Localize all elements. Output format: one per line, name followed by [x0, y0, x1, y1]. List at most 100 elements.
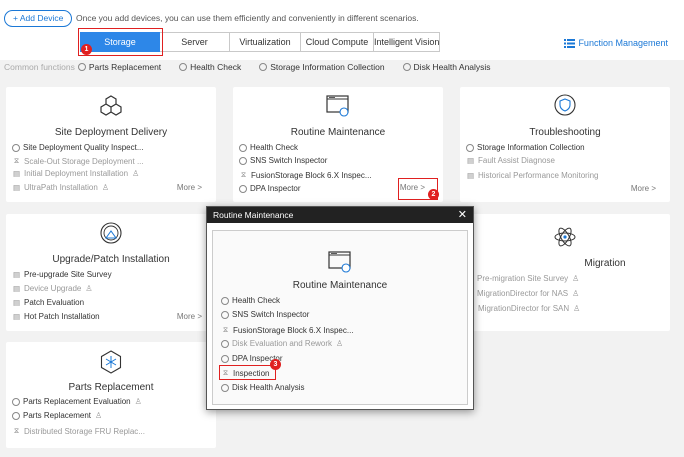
user-icon: ♙	[573, 304, 581, 313]
list-item[interactable]: Parts Replacement Evaluation ♙	[12, 397, 142, 406]
common-function-label: Parts Replacement	[88, 62, 162, 72]
card-routine-maintenance: Routine Maintenance Health Check SNS Swi…	[233, 87, 443, 202]
list-icon	[564, 38, 576, 48]
list-item[interactable]: ▤MigrationDirector for SAN♙	[466, 304, 580, 313]
radio-icon	[221, 310, 229, 319]
tool-icon: ⧖	[222, 325, 229, 334]
tool-icon: ⧖	[240, 170, 247, 179]
common-function-health-check[interactable]: Health Check	[179, 62, 241, 72]
close-icon[interactable]: ✕	[458, 207, 467, 223]
item-label: SNS Switch Inspector	[250, 156, 328, 165]
list-item[interactable]: ▤ Historical Performance Monitoring	[466, 171, 599, 180]
list-item[interactable]: Site Deployment Quality Inspect...	[12, 143, 144, 152]
more-link[interactable]: More >	[631, 184, 656, 193]
list-item[interactable]: Health Check	[221, 296, 280, 305]
item-label: Historical Performance Monitoring	[478, 171, 599, 180]
list-item[interactable]: ▤ Patch Evaluation	[12, 298, 84, 307]
list-item[interactable]: ▤ UltraPath Installation ♙	[12, 183, 109, 192]
radio-icon	[179, 63, 188, 71]
radio-icon	[12, 143, 20, 152]
common-functions-label: Common functions	[4, 62, 75, 72]
function-management-label: Function Management	[578, 38, 668, 48]
step-badge-2: 2	[428, 189, 439, 200]
item-label: Pre-migration Site Survey	[477, 274, 569, 283]
tool-icon: ▤	[12, 270, 21, 279]
list-item[interactable]: ⧖ Distributed Storage FRU Replac...	[12, 426, 145, 436]
tab-virtualization[interactable]: Virtualization	[230, 32, 301, 52]
radio-icon	[77, 63, 86, 71]
card-title: Migration	[584, 258, 626, 269]
tool-icon: ▤	[12, 312, 21, 321]
item-label: Hot Patch Installation	[24, 312, 100, 321]
list-item[interactable]: Disk Health Analysis	[221, 383, 304, 392]
list-item[interactable]: SNS Switch Inspector	[239, 156, 327, 165]
hint-text: Once you add devices, you can use them e…	[76, 13, 419, 23]
common-function-parts-replacement[interactable]: Parts Replacement	[77, 62, 162, 72]
list-item[interactable]: ▤ Device Upgrade ♙	[12, 284, 93, 293]
tool-icon: ⧖	[13, 156, 20, 165]
tool-icon: ▤	[466, 156, 475, 165]
routine-maintenance-dialog: Routine Maintenance ✕ Routine Maintenanc…	[206, 206, 474, 410]
list-item[interactable]: Storage Information Collection	[466, 143, 585, 152]
list-item[interactable]: ▤ Initial Deployment Installation ♙	[12, 169, 139, 178]
common-function-label: Storage Information Collection	[270, 62, 385, 72]
list-item[interactable]: ⧖ FusionStorage Block 6.X Inspec...	[239, 170, 372, 180]
shield-icon	[554, 94, 576, 116]
dialog-header: Routine Maintenance ✕	[207, 207, 473, 223]
card-title: Site Deployment Delivery	[54, 127, 168, 138]
list-item[interactable]: ▤ Hot Patch Installation	[12, 312, 100, 321]
item-label: Storage Information Collection	[477, 143, 585, 152]
list-item[interactable]: Parts Replacement ♙	[12, 411, 102, 420]
item-label: MigrationDirector for NAS	[477, 289, 569, 298]
item-label: Disk Evaluation and Rework	[232, 339, 333, 348]
highlight-box-inspection	[219, 365, 276, 380]
item-label: DPA Inspector	[250, 184, 301, 193]
radio-icon	[221, 354, 229, 363]
list-item[interactable]: Pre-migration Site Survey ♙	[466, 274, 579, 283]
card-title: Routine Maintenance	[290, 127, 386, 138]
tab-cloud-compute[interactable]: Cloud Compute	[301, 32, 374, 52]
list-item[interactable]: Disk Evaluation and Rework ♙	[221, 339, 343, 348]
tab-intelligent-vision[interactable]: Intelligent Vision	[374, 32, 440, 52]
radio-icon	[466, 143, 474, 152]
add-device-button[interactable]: + Add Device	[4, 10, 73, 27]
item-label: Health Check	[232, 296, 281, 305]
card-title: Upgrade/Patch Installation	[52, 254, 170, 265]
tool-icon: ▤	[12, 183, 21, 192]
common-function-storage-info-collection[interactable]: Storage Information Collection	[259, 62, 385, 72]
card-parts-replacement: Parts Replacement Parts Replacement Eval…	[6, 342, 216, 448]
common-function-label: Health Check	[190, 62, 242, 72]
common-function-disk-health-analysis[interactable]: Disk Health Analysis	[402, 62, 491, 72]
function-management-link[interactable]: Function Management	[564, 38, 668, 48]
common-function-label: Disk Health Analysis	[413, 62, 491, 72]
list-item[interactable]: MigrationDirector for NAS ♙	[466, 289, 579, 298]
card-migration: Migration Pre-migration Site Survey ♙ Mig…	[460, 214, 670, 331]
user-icon: ♙	[336, 339, 344, 348]
common-functions-row: Common functions Parts Replacement Healt…	[4, 62, 509, 72]
more-link[interactable]: More >	[177, 183, 202, 192]
list-item[interactable]: ▤ Pre-upgrade Site Survey	[12, 270, 112, 279]
dialog-card: Routine Maintenance Health Check SNS Swi…	[212, 230, 468, 405]
list-item[interactable]: ▤ Fault Assist Diagnose	[466, 156, 555, 165]
more-link[interactable]: More >	[177, 312, 202, 321]
item-label: Health Check	[250, 143, 299, 152]
item-label: Initial Deployment Installation	[24, 169, 129, 178]
tool-icon: ▤	[12, 284, 21, 293]
monitor-icon	[326, 95, 349, 117]
user-icon: ♙	[134, 397, 142, 406]
list-item[interactable]: ⧖ Scale-Out Storage Deployment ...	[12, 156, 144, 166]
tab-server[interactable]: Server	[160, 32, 230, 52]
user-icon: ♙	[85, 284, 93, 293]
upgrade-icon	[100, 222, 122, 244]
item-label: Device Upgrade	[24, 284, 82, 293]
list-item[interactable]: DPA Inspector	[239, 184, 301, 193]
user-icon: ♙	[572, 289, 580, 298]
list-item[interactable]: ⧖ FusionStorage Block 6.X Inspec...	[221, 325, 354, 335]
item-label: Site Deployment Quality Inspect...	[23, 143, 144, 152]
list-item[interactable]: SNS Switch Inspector	[221, 310, 309, 319]
user-icon: ♙	[95, 411, 103, 420]
item-label: Scale-Out Storage Deployment ...	[24, 156, 144, 166]
card-site-deployment: Site Deployment Delivery Site Deployment…	[6, 87, 216, 202]
item-label: FusionStorage Block 6.X Inspec...	[251, 170, 372, 180]
list-item[interactable]: Health Check	[239, 143, 298, 152]
